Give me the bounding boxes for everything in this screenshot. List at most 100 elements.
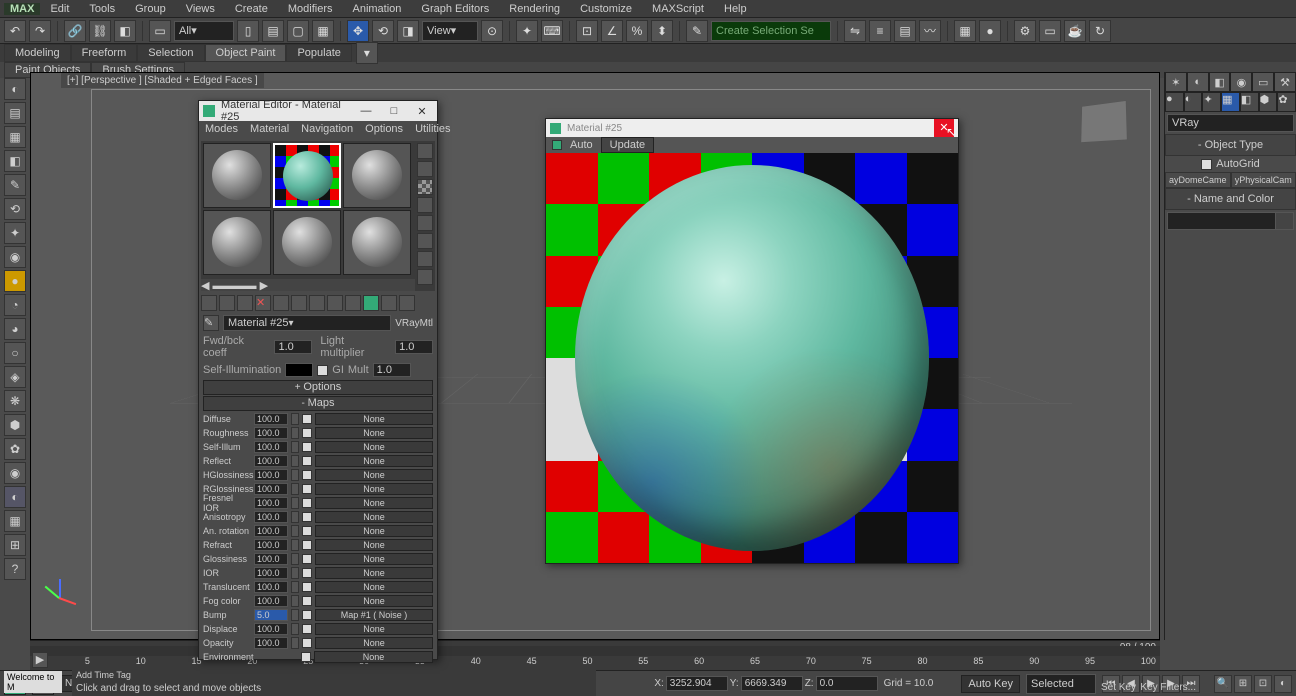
edit-named-selections-button[interactable]: ✎ xyxy=(686,20,708,42)
options-rollout-header[interactable]: + Options xyxy=(203,380,433,395)
select-object-button[interactable]: ▯ xyxy=(237,20,259,42)
material-editor-titlebar[interactable]: Material Editor - Material #25 — □ ✕ xyxy=(199,101,437,121)
spinner-arrows[interactable] xyxy=(291,511,299,523)
left-tool-4[interactable]: ◧ xyxy=(4,150,26,172)
spinner-arrows[interactable] xyxy=(291,427,299,439)
map-enable-checkbox[interactable] xyxy=(302,624,312,634)
spinner-arrows[interactable] xyxy=(291,483,299,495)
map-enable-checkbox[interactable] xyxy=(302,568,312,578)
left-tool-7[interactable]: ✦ xyxy=(4,222,26,244)
key-target-dropdown[interactable]: Selected xyxy=(1026,674,1096,694)
curve-editor-button[interactable]: 〰 xyxy=(919,20,941,42)
map-enable-checkbox[interactable] xyxy=(301,652,311,662)
map-amount-spinner[interactable]: 100.0 xyxy=(254,427,288,439)
sample-slot-3[interactable] xyxy=(343,143,411,208)
left-tool-17[interactable]: ◉ xyxy=(4,462,26,484)
ref-coord-dropdown[interactable]: View ▾ xyxy=(422,21,478,41)
me-menu-material[interactable]: Material xyxy=(250,123,289,137)
map-amount-spinner[interactable]: 100.0 xyxy=(254,525,288,537)
left-tool-13[interactable]: ◈ xyxy=(4,366,26,388)
map-enable-checkbox[interactable] xyxy=(302,414,312,424)
spinner-arrows[interactable] xyxy=(291,595,299,607)
put-to-library-button[interactable] xyxy=(309,295,325,311)
make-copy-button[interactable] xyxy=(273,295,289,311)
cmdpanel-utilities-tab[interactable]: ⚒ xyxy=(1274,72,1296,92)
cmdpanel-subcat-3[interactable]: ✦ xyxy=(1202,92,1221,112)
left-tool-15[interactable]: ⬢ xyxy=(4,414,26,436)
scale-button[interactable]: ◨ xyxy=(397,20,419,42)
rotate-button[interactable]: ⟲ xyxy=(372,20,394,42)
spinner-arrows[interactable] xyxy=(291,497,299,509)
snap-toggle-button[interactable]: ⊡ xyxy=(576,20,598,42)
backlight-button[interactable] xyxy=(417,161,433,177)
manipulate-button[interactable]: ✦ xyxy=(516,20,538,42)
object-color-swatch[interactable] xyxy=(1275,213,1293,229)
cmdpanel-subcat-7[interactable]: ✿ xyxy=(1277,92,1296,112)
move-button[interactable]: ✥ xyxy=(347,20,369,42)
left-tool-16[interactable]: ✿ xyxy=(4,438,26,460)
y-coord-input[interactable]: 6669.349 xyxy=(741,676,803,691)
object-type-header[interactable]: - Object Type xyxy=(1165,134,1296,156)
spinner-arrows[interactable] xyxy=(291,581,299,593)
selection-filter-dropdown[interactable]: All ▾ xyxy=(174,21,234,41)
percent-snap-button[interactable]: % xyxy=(626,20,648,42)
make-preview-button[interactable] xyxy=(417,233,433,249)
reset-map-button[interactable]: ✕ xyxy=(255,295,271,311)
pick-material-button[interactable]: ✎ xyxy=(203,315,219,331)
key-filters-button[interactable]: Key Filters... xyxy=(1140,682,1196,693)
ribbon-tab-populate[interactable]: Populate xyxy=(286,44,351,62)
set-key-button[interactable]: Set Key xyxy=(1101,682,1136,693)
window-crossing-button[interactable]: ▦ xyxy=(312,20,334,42)
background-button[interactable] xyxy=(417,179,433,195)
spinner-arrows[interactable] xyxy=(291,441,299,453)
spinner-arrows[interactable] xyxy=(291,455,299,467)
ribbon-expand-button[interactable]: ▾ xyxy=(356,42,378,64)
menu-animation[interactable]: Animation xyxy=(343,3,412,15)
link-button[interactable]: 🔗 xyxy=(64,20,86,42)
material-id-button[interactable] xyxy=(327,295,343,311)
z-coord-input[interactable]: 0.0 xyxy=(816,676,878,691)
cmdpanel-subcat-2[interactable]: ◐ xyxy=(1184,92,1203,112)
view-cube[interactable] xyxy=(1080,100,1128,143)
selfillum-color[interactable] xyxy=(285,363,313,377)
cmdpanel-subcat-6[interactable]: ⬢ xyxy=(1259,92,1278,112)
align-button[interactable]: ≡ xyxy=(869,20,891,42)
render-setup-button[interactable]: ⚙ xyxy=(1014,20,1036,42)
schematic-view-button[interactable]: ▦ xyxy=(954,20,976,42)
menu-views[interactable]: Views xyxy=(176,3,225,15)
rendered-frame-button[interactable]: ▭ xyxy=(1039,20,1061,42)
spinner-snap-button[interactable]: ⬍ xyxy=(651,20,673,42)
left-tool-10[interactable]: ◔ xyxy=(4,294,26,316)
left-tool-20[interactable]: ⊞ xyxy=(4,534,26,556)
map-amount-spinner[interactable]: 5.0 xyxy=(254,609,288,621)
cmdpanel-motion-tab[interactable]: ◉ xyxy=(1230,72,1252,92)
menu-edit[interactable]: Edit xyxy=(40,3,79,15)
nav-zoom-all-button[interactable]: ⊞ xyxy=(1234,675,1252,693)
maps-rollout-header[interactable]: - Maps xyxy=(203,396,433,411)
map-amount-spinner[interactable]: 100.0 xyxy=(254,595,288,607)
spinner-arrows[interactable] xyxy=(291,413,299,425)
create-btn-physcam[interactable]: yPhysicalCam xyxy=(1231,172,1296,188)
map-amount-spinner[interactable]: 100.0 xyxy=(254,455,288,467)
app-menu[interactable]: MAX xyxy=(4,3,40,15)
map-enable-checkbox[interactable] xyxy=(302,526,312,536)
map-enable-checkbox[interactable] xyxy=(302,470,312,480)
map-slot-button[interactable]: Map #1 ( Noise ) xyxy=(315,609,433,621)
mirror-button[interactable]: ⇋ xyxy=(844,20,866,42)
map-slot-button[interactable]: None xyxy=(315,567,433,579)
update-button[interactable]: Update xyxy=(601,137,654,153)
map-enable-checkbox[interactable] xyxy=(302,582,312,592)
material-name-dropdown[interactable]: Material #25 ▾ xyxy=(223,315,391,331)
map-amount-spinner[interactable]: 100.0 xyxy=(254,441,288,453)
me-menu-options[interactable]: Options xyxy=(365,123,403,137)
sample-uv-button[interactable] xyxy=(417,197,433,213)
name-color-header[interactable]: - Name and Color xyxy=(1165,188,1296,210)
map-amount-spinner[interactable]: 100.0 xyxy=(254,637,288,649)
map-enable-checkbox[interactable] xyxy=(302,512,312,522)
map-amount-spinner[interactable]: 100.0 xyxy=(254,413,288,425)
map-slot-button[interactable]: None xyxy=(315,525,433,537)
sample-slot-5[interactable] xyxy=(273,210,341,275)
put-to-scene-button[interactable] xyxy=(219,295,235,311)
cmdpanel-display-tab[interactable]: ▭ xyxy=(1252,72,1274,92)
map-slot-button[interactable]: None xyxy=(315,595,433,607)
